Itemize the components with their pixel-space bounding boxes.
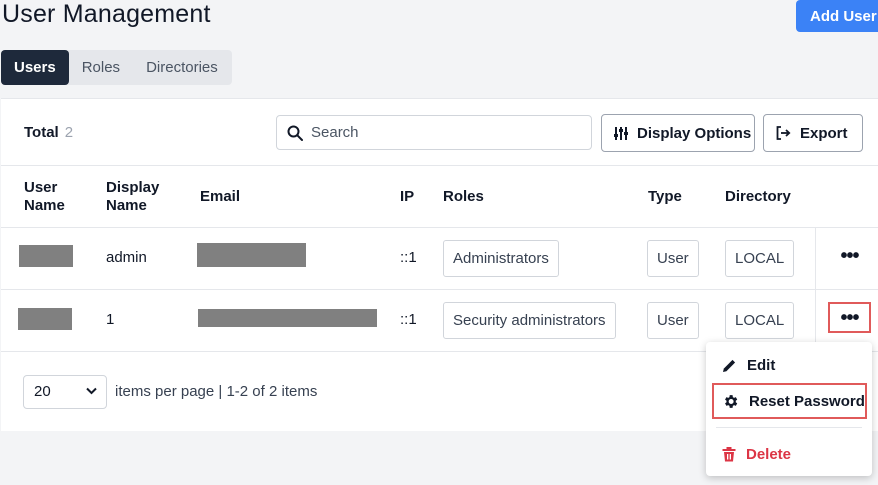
header-display-name[interactable]: Display Name [106,179,159,215]
pencil-icon [723,359,736,372]
export-label: Export [800,124,848,142]
ip-cell: ::1 [400,249,417,266]
display-options-button[interactable]: Display Options [601,114,755,152]
type-chip: User [647,240,699,277]
role-chip: Security administrators [443,302,616,339]
role-chip: Administrators [443,240,559,277]
header-email[interactable]: Email [200,188,240,206]
redacted-email [198,309,377,327]
page-size-value: 20 [34,383,51,400]
directory-chip: LOCAL [725,302,795,339]
table-row[interactable]: admin ::1 Administrators User LOCAL ••• [1,228,878,290]
sliders-icon [614,126,628,140]
table-header: User Name Display Name Email IP Roles Ty… [1,166,878,228]
search-icon [287,125,303,141]
tab-users[interactable]: Users [1,50,69,85]
search-input[interactable] [311,116,581,149]
menu-item-edit[interactable]: Edit [706,349,872,381]
page-title: User Management [2,0,211,28]
row-actions-button[interactable]: ••• [828,242,871,273]
edit-label: Edit [747,356,776,374]
display-name-cell: 1 [106,311,115,328]
add-user-button[interactable]: Add User [796,0,878,32]
header-user-name-line1: User [24,179,58,196]
pagination-summary: items per page | 1-2 of 2 items [115,383,318,400]
page-size-select[interactable]: 20 [23,375,107,409]
export-button[interactable]: Export [763,114,863,152]
header-type[interactable]: Type [648,188,682,206]
reset-password-label: Reset Password [749,392,865,410]
menu-item-delete[interactable]: Delete [706,438,872,470]
type-chip: User [647,302,699,339]
display-name-cell: admin [106,249,147,266]
delete-label: Delete [746,445,792,463]
header-user-name[interactable]: User Name [24,179,65,215]
menu-item-reset-password[interactable]: Reset Password [712,383,867,419]
tab-directories[interactable]: Directories [133,50,231,85]
tab-roles[interactable]: Roles [69,50,133,85]
tab-bar: Users Roles Directories [1,50,232,85]
total-label: Total 2 [24,124,73,141]
total-count: 2 [64,124,74,141]
directory-chip: LOCAL [725,240,795,277]
header-ip[interactable]: IP [400,188,414,206]
ip-cell: ::1 [400,311,417,328]
menu-separator [716,427,862,428]
chevron-down-icon [86,387,97,395]
trash-icon [722,446,736,461]
row-actions-menu: Edit Reset Password Delete [706,342,872,476]
toolbar: Total 2 Display Options [1,99,878,166]
total-text: Total [24,124,59,141]
header-roles[interactable]: Roles [443,188,484,206]
header-user-name-line2: Name [24,197,65,214]
redacted-user-name [19,245,73,267]
header-directory[interactable]: Directory [725,188,791,206]
header-display-name-line1: Display [106,179,160,196]
display-options-label: Display Options [637,124,752,142]
redacted-email [197,243,306,267]
search-box [276,115,592,150]
row-actions-button[interactable]: ••• [828,302,871,333]
gear-icon [725,394,738,408]
export-icon [776,126,791,140]
header-display-name-line2: Name [106,197,147,214]
redacted-user-name [18,308,72,330]
